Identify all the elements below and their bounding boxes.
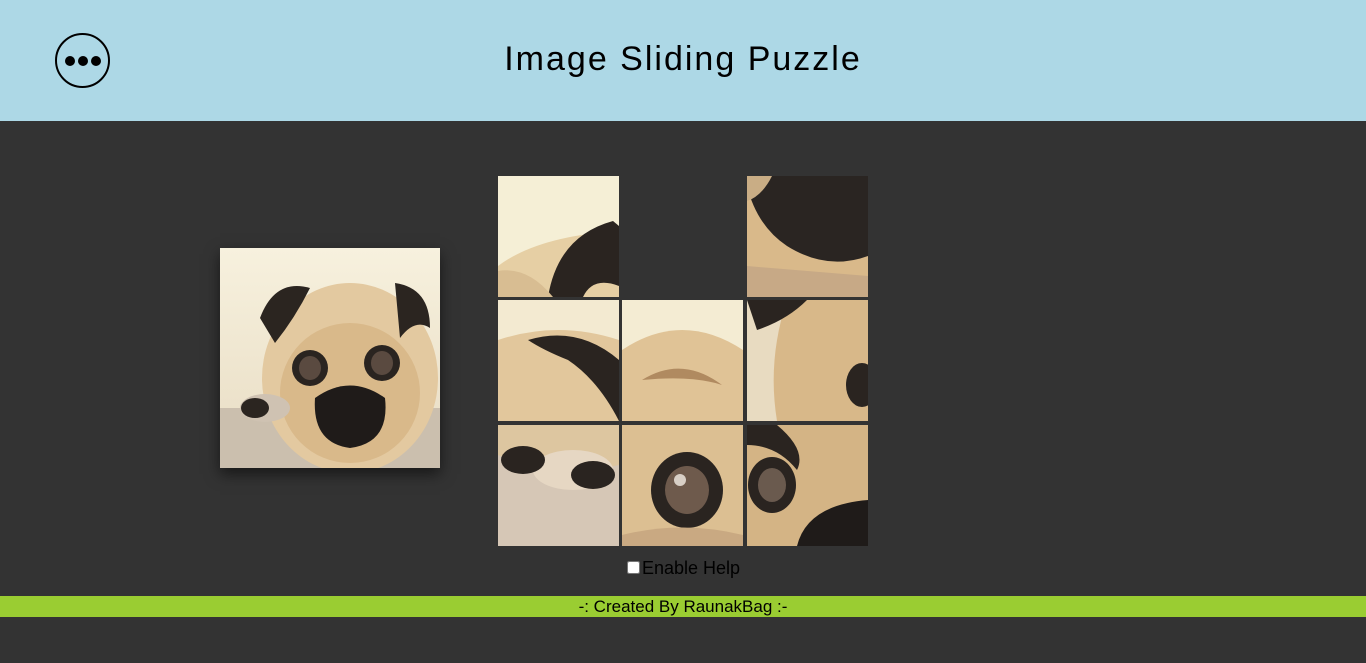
puzzle-tile[interactable]: [622, 425, 743, 546]
app-header: Image Sliding Puzzle: [0, 0, 1366, 121]
footer: -: Created By RaunakBag :-: [0, 596, 1366, 617]
enable-help-control[interactable]: Enable Help: [627, 556, 740, 580]
puzzle-tile[interactable]: [622, 300, 743, 421]
enable-help-checkbox[interactable]: [627, 560, 640, 574]
empty-slot: [622, 176, 743, 297]
puzzle-tile[interactable]: [747, 300, 868, 421]
puzzle-tile[interactable]: [498, 176, 619, 297]
page-title: Image Sliding Puzzle: [504, 40, 862, 78]
puzzle-tile[interactable]: [498, 300, 619, 421]
puzzle-tile[interactable]: [747, 425, 868, 546]
preview-image: [220, 248, 440, 468]
puzzle-tile[interactable]: [747, 176, 868, 297]
enable-help-label: Enable Help: [642, 557, 741, 578]
puzzle-board: [498, 176, 868, 546]
puzzle-tile[interactable]: [498, 425, 619, 546]
